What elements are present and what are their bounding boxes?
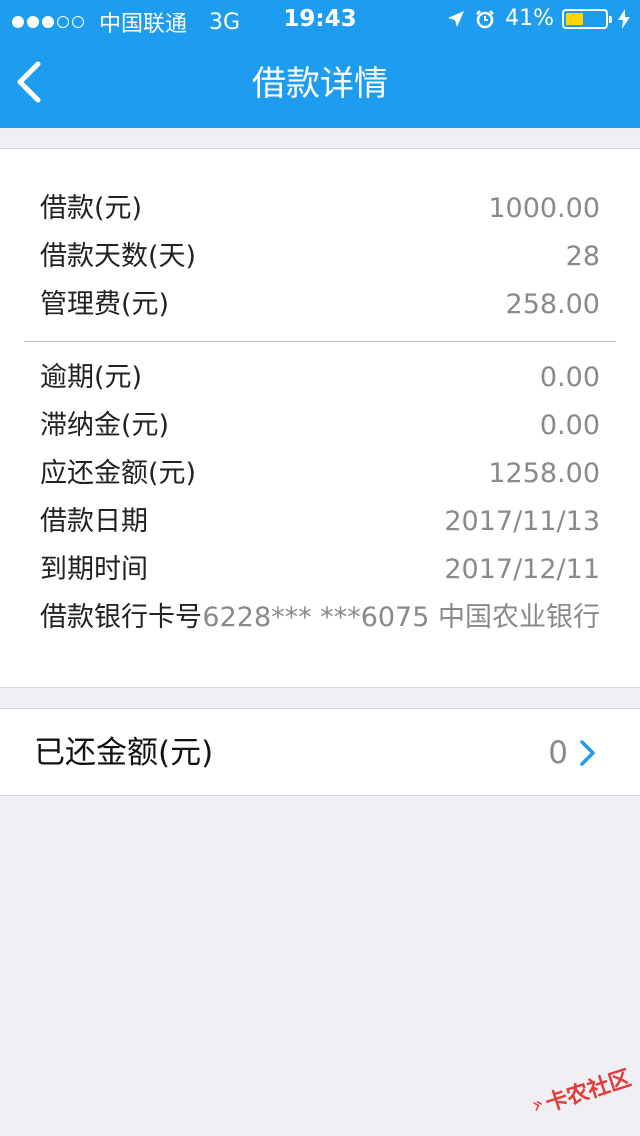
battery-percent: 41% [505, 6, 554, 31]
detail-row-management-fee: 管理费(元) 258.00 [40, 285, 600, 325]
detail-label: 借款银行卡号 [40, 602, 202, 633]
detail-row-loan-amount: 借款(元) 1000.00 [40, 189, 600, 229]
detail-label: 应还金额(元) [40, 458, 197, 489]
detail-label: 借款日期 [40, 506, 148, 537]
detail-value: 258.00 [505, 289, 600, 320]
detail-label: 逾期(元) [40, 362, 143, 393]
detail-label: 借款(元) [40, 193, 143, 224]
detail-value: 1258.00 [488, 458, 600, 489]
repaid-amount-row[interactable]: 已还金额(元) 0 [0, 708, 640, 796]
detail-value: 28 [565, 241, 600, 272]
section-divider [24, 341, 616, 342]
detail-row-due-date: 到期时间 2017/12/11 [40, 550, 600, 590]
detail-row-bank-card: 借款银行卡号 6228*** ***6075 中国农业银行 [40, 598, 600, 638]
alarm-clock-icon [475, 9, 495, 29]
page-title: 借款详情 [252, 64, 388, 104]
battery-icon [562, 8, 612, 29]
watermark-text: 卡农社区 [542, 1066, 635, 1118]
detail-row-amount-due: 应还金额(元) 1258.00 [40, 454, 600, 494]
detail-row-loan-date: 借款日期 2017/11/13 [40, 502, 600, 542]
detail-value: 6228*** ***6075 中国农业银行 [202, 602, 600, 633]
detail-value: 0.00 [539, 362, 600, 393]
loan-details-card: 借款(元) 1000.00 借款天数(天) 28 管理费(元) 258.00 逾… [0, 148, 640, 688]
detail-row-loan-days: 借款天数(天) 28 [40, 237, 600, 277]
status-right: 41% [437, 6, 630, 31]
chevron-right-icon [580, 740, 595, 766]
detail-label: 管理费(元) [40, 289, 170, 320]
detail-label: 借款天数(天) [40, 241, 197, 272]
detail-label: 滞纳金(元) [40, 410, 170, 441]
detail-value: 2017/11/13 [444, 506, 600, 537]
repaid-amount-label: 已还金额(元) [34, 735, 214, 771]
detail-row-late-fee: 滞纳金(元) 0.00 [40, 406, 600, 446]
battery-fill [566, 12, 583, 25]
detail-value: 2017/12/11 [444, 554, 600, 585]
watermark: 卡农社区 [527, 1052, 638, 1130]
detail-value: 0.00 [539, 410, 600, 441]
location-arrow-icon [447, 10, 465, 28]
status-bar: 中国联通 3G 19:43 41% [0, 0, 640, 40]
detail-label: 到期时间 [40, 554, 148, 585]
app-header: 中国联通 3G 19:43 41% 借款详情 [0, 0, 640, 128]
repaid-amount-value: 0 [548, 735, 568, 771]
detail-value: 1000.00 [488, 193, 600, 224]
charging-bolt-icon [618, 8, 630, 29]
detail-row-overdue: 逾期(元) 0.00 [40, 358, 600, 398]
